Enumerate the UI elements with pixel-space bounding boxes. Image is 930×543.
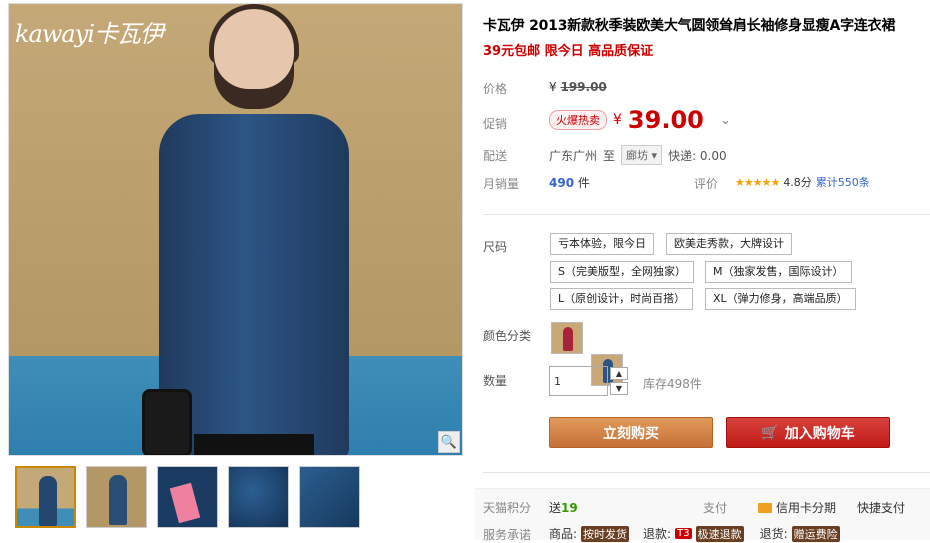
points-prefix: 送 <box>549 501 562 515</box>
on-time-badge[interactable]: 按时发货 <box>581 525 630 542</box>
handbag <box>142 389 192 455</box>
shipping-to: 至 <box>603 148 616 163</box>
size-label: 尺码 <box>483 240 508 254</box>
refund-tag: T3 <box>675 528 692 539</box>
product-subtitle: 39元包邮 限今日 高品质保证 <box>483 44 654 59</box>
shipping-insurance-badge[interactable]: 赠运费险 <box>791 525 840 542</box>
divider <box>483 472 930 473</box>
shipping-fee: 快递: 0.00 <box>668 148 727 163</box>
price-label: 价格 <box>483 82 508 96</box>
thumbnail-3[interactable] <box>157 466 218 528</box>
promo-label: 促销 <box>483 117 508 131</box>
destination-value: 廊坊 <box>626 149 649 162</box>
color-label: 颜色分类 <box>483 329 532 343</box>
service-row: 商品: 按时发货 退款: T3 极速退款 退货: 赠运费险 <box>549 525 840 542</box>
thumbnail-1[interactable] <box>15 466 76 528</box>
chevron-down-icon[interactable]: ⌄ <box>720 113 731 128</box>
fast-refund-badge[interactable]: 极速退款 <box>695 525 744 542</box>
currency-symbol: ¥ <box>549 80 557 94</box>
credit-row: 信用卡分期 <box>758 499 836 516</box>
chevron-down-icon: ▾ <box>651 149 658 162</box>
original-price-value: 199.00 <box>560 80 607 94</box>
quantity-input[interactable]: 1 <box>549 366 608 396</box>
thumbnail-5[interactable] <box>299 466 360 528</box>
goods-label: 商品: <box>549 527 578 541</box>
divider <box>483 214 930 215</box>
quantity-label: 数量 <box>483 374 508 388</box>
size-option-1[interactable]: 亏本体验，限今日 <box>550 233 654 255</box>
thumbnail-2[interactable] <box>86 466 147 528</box>
product-title: 卡瓦伊 2013新款秋季装欧美大气圆领耸肩长袖修身显瘦A字连衣裙 <box>483 18 896 34</box>
rating-score: 4.8分 <box>783 176 812 189</box>
model-head <box>214 9 294 109</box>
cart-icon: 🛒 <box>761 424 779 441</box>
rating-row: ★★★★★ 4.8分 累计550条 <box>735 174 870 190</box>
shipping-origin: 广东广州 <box>549 148 598 163</box>
points-value: 19 <box>561 501 578 515</box>
shipping-row: 广东广州 至 廊坊 ▾ 快递: 0.00 <box>549 145 727 165</box>
model-legs <box>194 434 314 455</box>
promo-currency: ¥ <box>613 112 622 128</box>
main-product-image[interactable]: kawayi卡瓦伊 🔍 <box>8 3 463 456</box>
sales-label: 月销量 <box>483 177 520 191</box>
rating-stars: ★★★★★ <box>735 175 780 189</box>
stock-count: 库存498件 <box>643 377 702 391</box>
sales-count: 490 <box>549 176 575 190</box>
service-label: 服务承诺 <box>483 528 532 542</box>
size-option-xl[interactable]: XL（弹力修身，高端品质） <box>705 288 856 310</box>
pay-label: 支付 <box>703 501 728 515</box>
hot-sale-badge: 火爆热卖 <box>549 110 607 130</box>
reviews-link[interactable]: 累计550条 <box>816 174 870 190</box>
color-swatch-red[interactable] <box>551 322 583 354</box>
fast-pay: 快捷支付 <box>857 501 906 515</box>
promo-price-row: 火爆热卖 ¥ 39.00 ⌄ <box>549 106 731 134</box>
rating-label: 评价 <box>694 177 719 191</box>
add-to-cart-button[interactable]: 🛒 加入购物车 <box>726 417 890 448</box>
destination-dropdown[interactable]: 廊坊 ▾ <box>621 145 663 165</box>
buy-now-label: 立刻购买 <box>603 425 659 442</box>
brand-logo: kawayi卡瓦伊 <box>15 20 164 48</box>
shipping-label: 配送 <box>483 149 508 163</box>
size-option-2[interactable]: 欧美走秀款，大牌设计 <box>666 233 792 255</box>
refund-label: 退款: <box>643 527 672 541</box>
points-label: 天猫积分 <box>483 501 532 515</box>
add-to-cart-label: 加入购物车 <box>784 425 855 442</box>
points-value-row: 送19 <box>549 499 578 516</box>
zoom-icon[interactable]: 🔍 <box>438 431 460 453</box>
quantity-decrease-button[interactable]: ▼ <box>610 382 628 395</box>
sales-unit: 件 <box>577 176 590 190</box>
size-option-m[interactable]: M（独家发售，国际设计） <box>705 261 852 283</box>
thumbnail-4[interactable] <box>228 466 289 528</box>
buy-now-button[interactable]: 立刻购买 <box>549 417 713 448</box>
promo-price: 39.00 <box>627 106 704 134</box>
credit-installment: 信用卡分期 <box>776 501 837 515</box>
sales-count-row: 490 件 <box>549 174 590 191</box>
return-label: 退货: <box>759 527 788 541</box>
quantity-increase-button[interactable]: ▲ <box>610 367 628 380</box>
size-option-s[interactable]: S（完美版型，全网独家） <box>550 261 694 283</box>
size-option-l[interactable]: L（原创设计，时尚百搭） <box>550 288 694 310</box>
credit-card-icon <box>758 502 772 513</box>
original-price: ¥ 199.00 <box>549 80 607 94</box>
thumbnail-strip <box>15 466 360 528</box>
